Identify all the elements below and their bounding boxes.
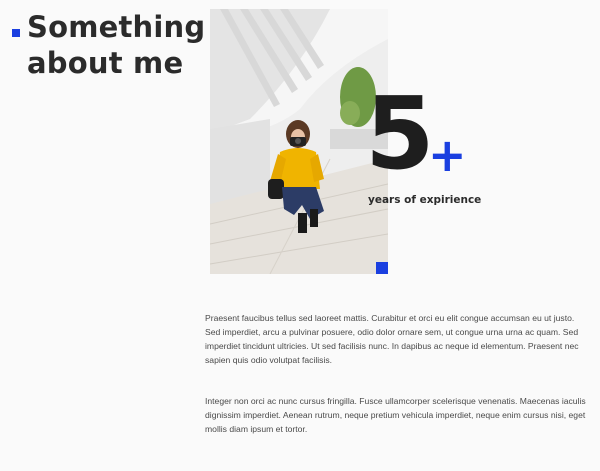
about-paragraph-1: Praesent faucibus tellus sed laoreet mat…	[205, 313, 579, 365]
about-paragraph-2: Integer non orci ac nunc cursus fringill…	[205, 396, 586, 434]
accent-square	[12, 29, 20, 37]
years-stat-caption: years of expirience	[368, 194, 482, 206]
photo-illustration	[210, 9, 388, 274]
years-stat-number: 5	[365, 75, 435, 192]
plus-icon: +	[428, 128, 467, 182]
about-section: Something about me 5 + years of expirien…	[0, 0, 600, 471]
profile-photo	[210, 9, 388, 274]
section-heading: Something about me	[27, 10, 206, 80]
corner-accent-square	[376, 262, 388, 274]
